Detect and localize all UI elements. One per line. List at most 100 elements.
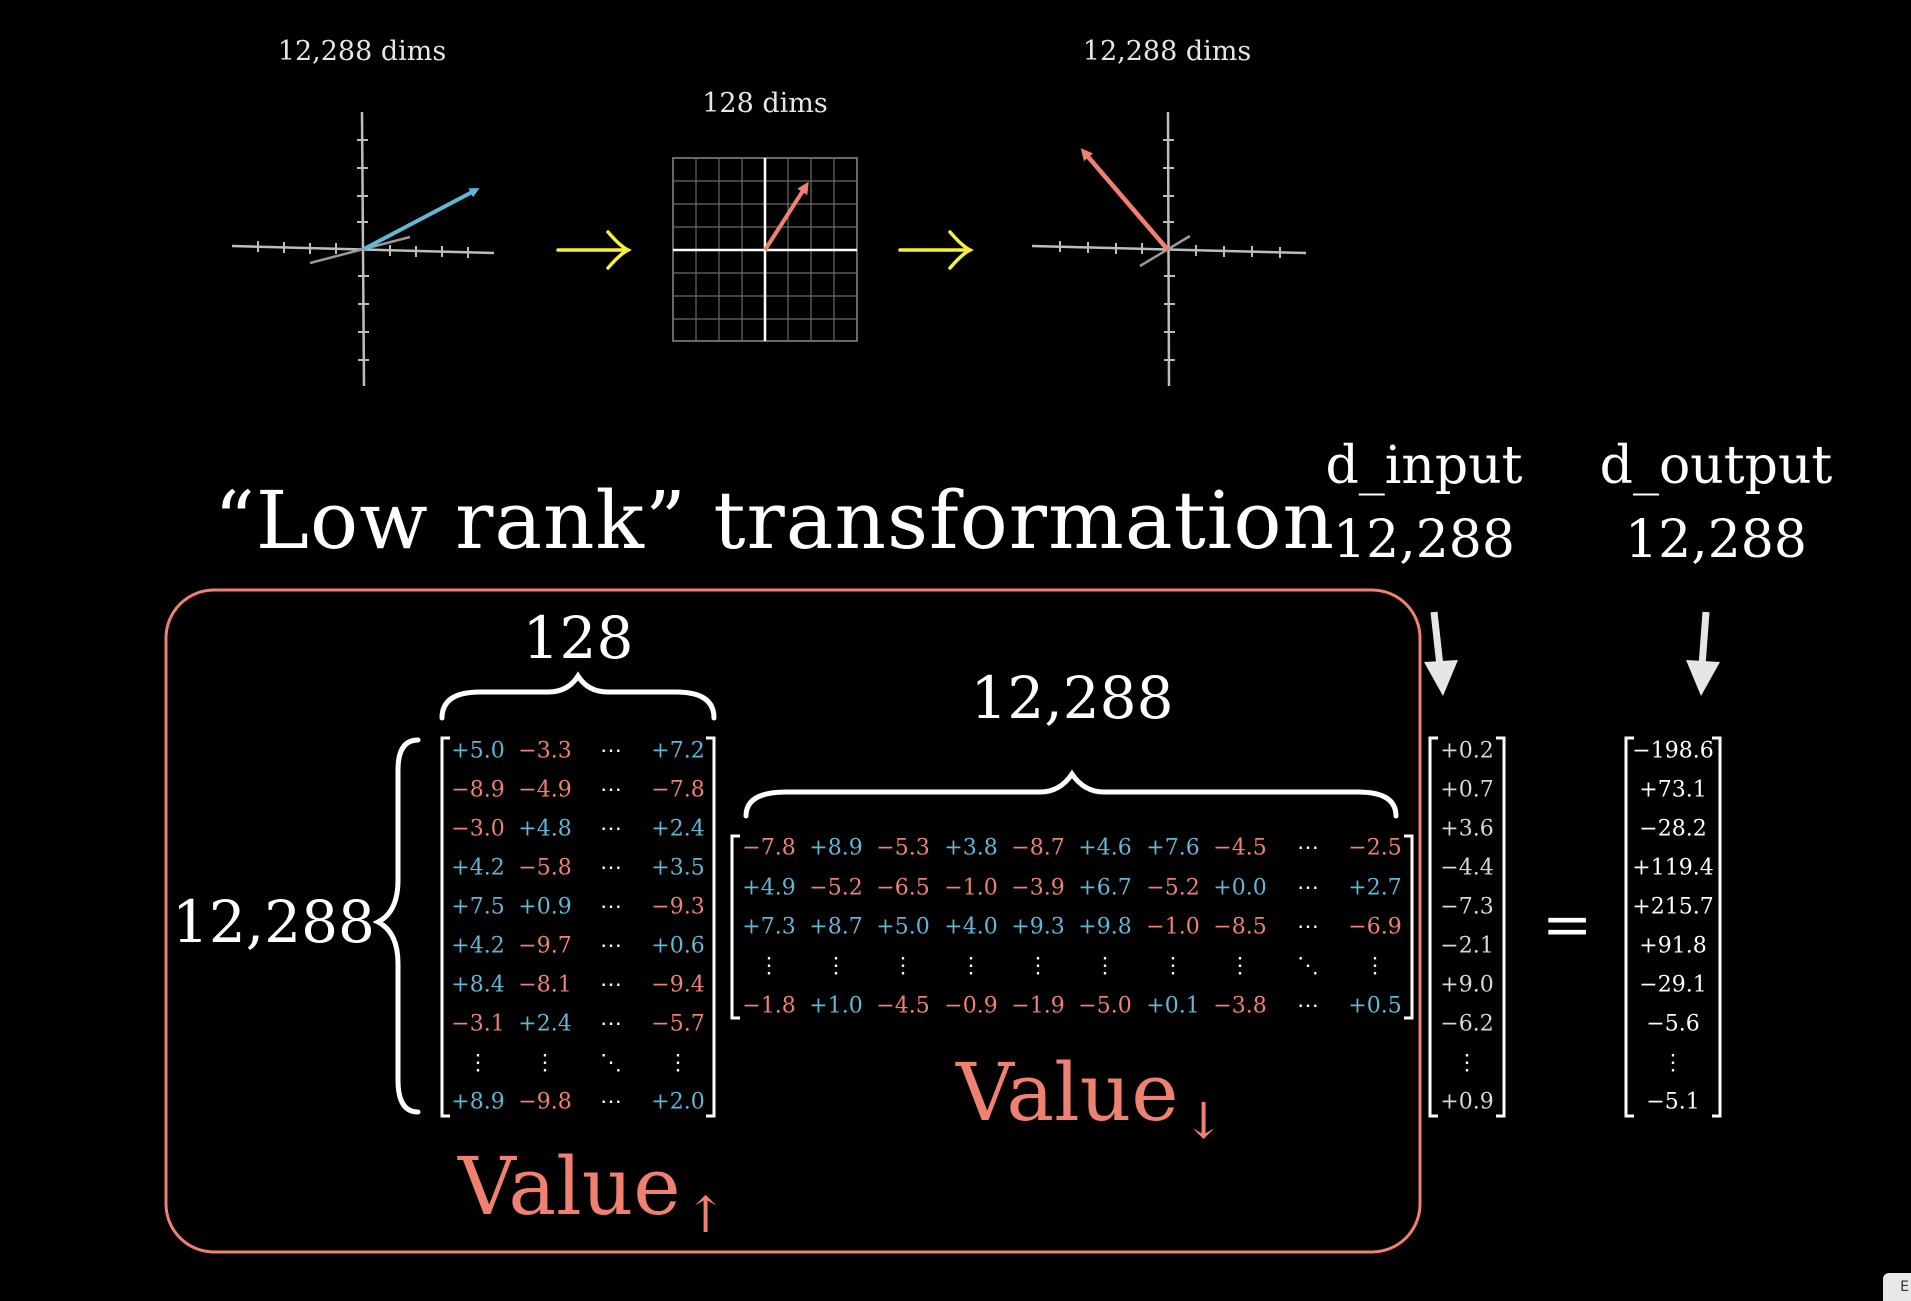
transform-arrow-1 <box>556 230 632 270</box>
value-up-cell: −3.0 <box>451 816 505 842</box>
value-down-cell: +8.9 <box>809 835 863 861</box>
value-down-cell: +0.0 <box>1213 875 1267 901</box>
value-up-cell: +3.5 <box>651 855 705 881</box>
value-up-cell: +8.9 <box>451 1089 505 1115</box>
input-vector-cell: +9.0 <box>1440 972 1494 998</box>
page-title: “Low rank” transformation <box>214 474 1336 567</box>
value-up-cell: ⋯ <box>600 816 622 842</box>
value-down-cell: +0.5 <box>1348 993 1402 1019</box>
value-down-cell: −6.9 <box>1348 914 1402 940</box>
value-up-cell: −4.9 <box>518 777 572 803</box>
value-down-label: Value↓ <box>956 1046 1225 1150</box>
value-down-cell: ⋯ <box>1297 835 1319 861</box>
value-up-cell: ⋯ <box>600 777 622 803</box>
brace-128 <box>439 671 717 721</box>
value-up-cell: +0.6 <box>651 933 705 959</box>
grid-vector <box>763 181 809 252</box>
input-vector-cell: +0.7 <box>1440 777 1494 803</box>
value-up-cell: −8.9 <box>451 777 505 803</box>
value-down-cols-label: 12,288 <box>970 664 1174 732</box>
transform-arrow-2 <box>898 230 974 270</box>
value-down-cell: +5.0 <box>876 914 930 940</box>
input-vector-cell: +3.6 <box>1440 816 1494 842</box>
output-vector-cell: +215.7 <box>1632 894 1714 920</box>
left-axes <box>231 111 495 387</box>
value-down-cell: ⋮ <box>1229 953 1251 979</box>
value-down-cell: ⋮ <box>758 953 780 979</box>
value-down-cell: +1.0 <box>809 993 863 1019</box>
value-up-cell: +8.4 <box>451 972 505 998</box>
value-down-cell: ⋮ <box>1364 953 1386 979</box>
d-output-arrow <box>1686 611 1720 696</box>
brace-12288-top <box>743 769 1399 819</box>
output-vector-cell: −198.6 <box>1632 738 1714 764</box>
value-down-cell: +4.9 <box>742 875 796 901</box>
value-up-cell: −9.7 <box>518 933 572 959</box>
value-up-cell: −9.4 <box>651 972 705 998</box>
value-down-cell: ⋮ <box>892 953 914 979</box>
value-down-cell: +3.8 <box>944 835 998 861</box>
d-output-value: 12,288 <box>1625 510 1807 570</box>
d-input-arrow <box>1424 611 1458 696</box>
input-vector-cell: −2.1 <box>1440 933 1494 959</box>
value-down-cell: −8.5 <box>1213 914 1267 940</box>
value-up-cols-label: 128 <box>522 604 634 672</box>
value-down-cell: −5.3 <box>876 835 930 861</box>
value-down-cell: +9.8 <box>1078 914 1132 940</box>
value-down-cell: −3.8 <box>1213 993 1267 1019</box>
input-vector-cell: ⋮ <box>1456 1050 1478 1076</box>
value-down-cell: +9.3 <box>1011 914 1065 940</box>
value-down-cell: ⋯ <box>1297 993 1319 1019</box>
value-up-cell: ⋱ <box>600 1050 622 1076</box>
d-input-value: 12,288 <box>1333 510 1515 570</box>
value-up-cell: ⋯ <box>600 972 622 998</box>
value-up-cell: +7.5 <box>451 894 505 920</box>
value-up-cell: +0.9 <box>518 894 572 920</box>
blue-vector <box>363 188 480 251</box>
value-down-cell: −8.7 <box>1011 835 1065 861</box>
value-down-cell: ⋮ <box>1094 953 1116 979</box>
value-down-cell: ⋯ <box>1297 914 1319 940</box>
value-down-cell: +8.7 <box>809 914 863 940</box>
value-up-cell: +2.4 <box>651 816 705 842</box>
value-down-cell: ⋮ <box>1027 953 1049 979</box>
value-up-cell: ⋮ <box>667 1050 689 1076</box>
value-up-cell: −9.3 <box>651 894 705 920</box>
red-vector <box>1080 148 1170 252</box>
value-up-cell: −9.8 <box>518 1089 572 1115</box>
value-down-cell: +4.0 <box>944 914 998 940</box>
input-vector-cell: +0.2 <box>1440 738 1494 764</box>
value-down-cell: +7.6 <box>1146 835 1200 861</box>
output-vector-cell: −5.6 <box>1646 1011 1700 1037</box>
value-up-cell: −7.8 <box>651 777 705 803</box>
input-vector-cell: −4.4 <box>1440 855 1494 881</box>
value-up-cell: ⋮ <box>467 1050 489 1076</box>
value-down-cell: +2.7 <box>1348 875 1402 901</box>
value-down-cell: ⋮ <box>825 953 847 979</box>
output-vector-cell: ⋮ <box>1662 1050 1684 1076</box>
value-up-cell: −3.3 <box>518 738 572 764</box>
value-up-cell: −5.7 <box>651 1011 705 1037</box>
value-up-cell: ⋯ <box>600 894 622 920</box>
value-up-cell: −3.1 <box>451 1011 505 1037</box>
value-up-cell: +4.2 <box>451 855 505 881</box>
value-up-cell: −8.1 <box>518 972 572 998</box>
value-down-cell: −1.0 <box>944 875 998 901</box>
value-down-cell: −5.2 <box>809 875 863 901</box>
value-down-cell: ⋮ <box>1162 953 1184 979</box>
output-vector-cell: −5.1 <box>1646 1089 1700 1115</box>
output-vector-cell: +119.4 <box>1632 855 1714 881</box>
value-up-cell: ⋯ <box>600 1089 622 1115</box>
brace-12288-left <box>372 737 421 1115</box>
value-up-cell: +7.2 <box>651 738 705 764</box>
value-up-cell: −5.8 <box>518 855 572 881</box>
value-up-cell: +4.2 <box>451 933 505 959</box>
value-down-cell: −5.0 <box>1078 993 1132 1019</box>
value-up-cell: +4.8 <box>518 816 572 842</box>
output-vector-cell: +73.1 <box>1639 777 1707 803</box>
value-down-cell: ⋯ <box>1297 875 1319 901</box>
corner-tab[interactable]: E <box>1883 1273 1911 1301</box>
value-up-cell: +5.0 <box>451 738 505 764</box>
equals-sign: = <box>1542 890 1593 960</box>
value-up-cell: ⋯ <box>600 738 622 764</box>
